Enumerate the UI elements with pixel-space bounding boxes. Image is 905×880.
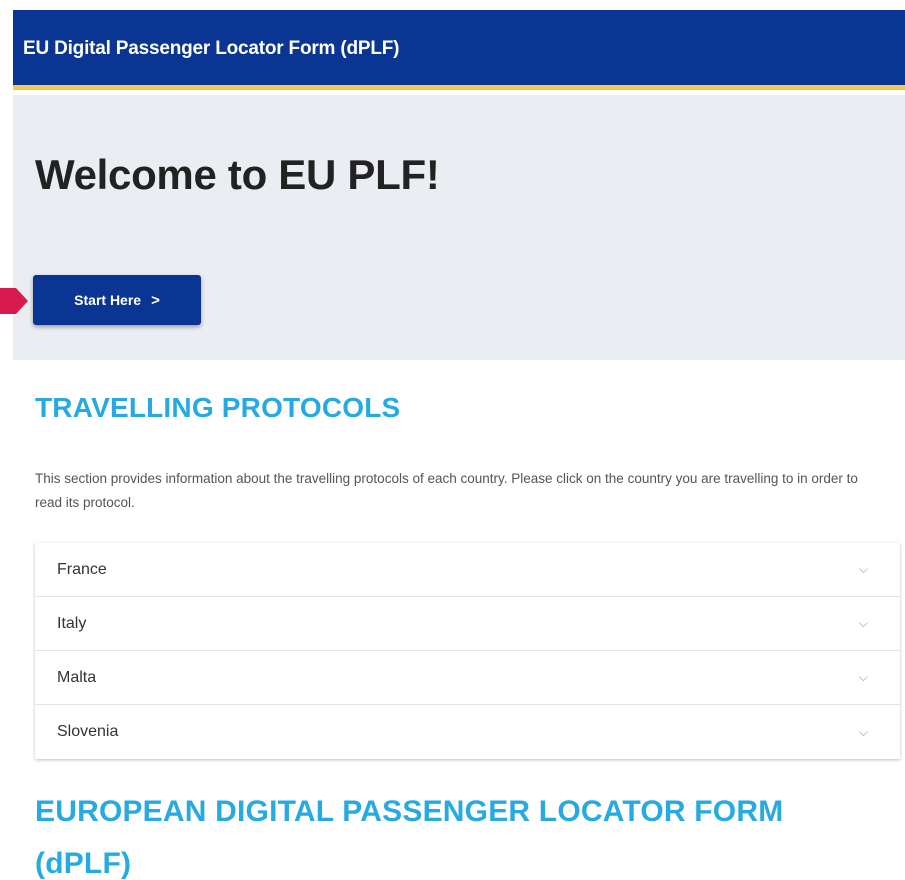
hero-banner: Welcome to EU PLF! Start Here > <box>13 95 905 360</box>
page: EU Digital Passenger Locator Form (dPLF)… <box>0 0 905 880</box>
accordion-item-malta[interactable]: Malta ⌵ <box>35 651 900 705</box>
site-title[interactable]: EU Digital Passenger Locator Form (dPLF) <box>23 38 399 60</box>
chevron-down-icon[interactable]: ⌵ <box>859 725 868 740</box>
chevron-down-icon[interactable]: ⌵ <box>859 616 868 631</box>
pointer-arrow-icon <box>0 288 28 314</box>
accordion-item-france[interactable]: France ⌵ <box>35 543 900 597</box>
hero-title: Welcome to EU PLF! <box>35 151 440 198</box>
accordion-item-label: Malta <box>57 668 97 686</box>
chevron-down-icon[interactable]: ⌵ <box>859 562 868 577</box>
accordion-item-label: Italy <box>57 614 87 632</box>
accordion-item-label: France <box>57 560 107 578</box>
chevron-right-icon: > <box>151 291 160 309</box>
dplf-section-title: EUROPEAN DIGITAL PASSENGER LOCATOR FORM … <box>35 795 784 880</box>
travelling-protocols-title: TRAVELLING PROTOCOLS <box>35 392 401 423</box>
accordion-item-italy[interactable]: Italy ⌵ <box>35 597 900 651</box>
chevron-down-icon[interactable]: ⌵ <box>859 670 868 685</box>
start-here-label: Start Here <box>74 292 142 308</box>
travelling-protocols-description: This section provides information about … <box>35 471 858 510</box>
site-header: EU Digital Passenger Locator Form (dPLF) <box>13 10 905 90</box>
accordion-item-slovenia[interactable]: Slovenia ⌵ <box>35 705 900 759</box>
accordion-item-label: Slovenia <box>57 723 119 740</box>
country-accordion: France ⌵ Italy ⌵ Malta ⌵ Slovenia ⌵ <box>35 543 900 759</box>
start-here-button[interactable]: Start Here > <box>33 275 201 325</box>
